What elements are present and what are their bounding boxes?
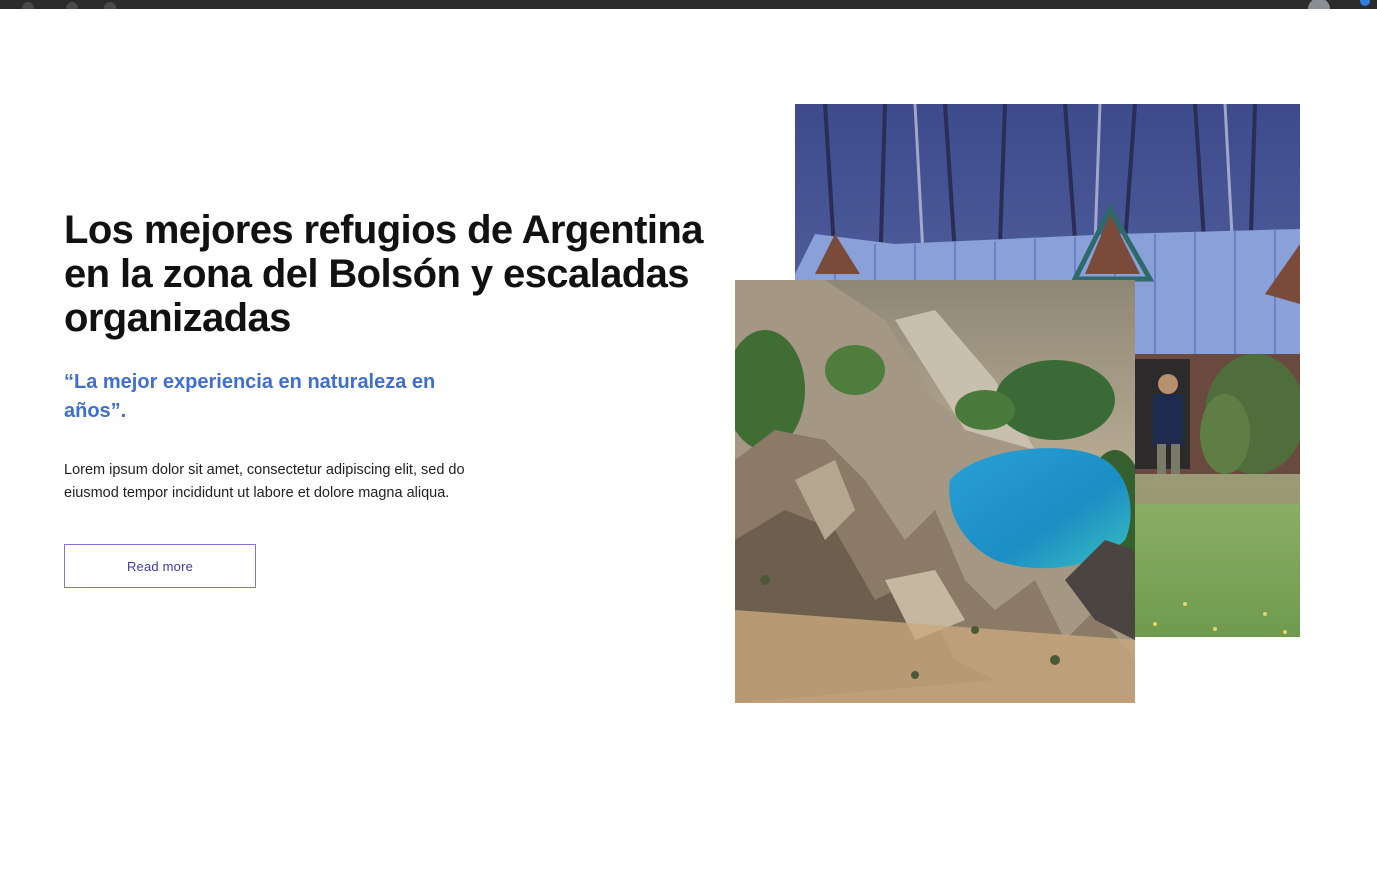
notification-dot-icon (1360, 0, 1370, 6)
reload-icon[interactable] (104, 2, 116, 9)
hero-description: Lorem ipsum dolor sit amet, consectetur … (64, 462, 465, 501)
globe-icon[interactable] (66, 2, 78, 9)
browser-top-strip (0, 0, 1377, 9)
lake-photo-illustration (735, 280, 1135, 703)
hero-text-column: Los mejores refugios de Argentina en la … (64, 208, 704, 588)
tab-favicon-icon[interactable] (22, 2, 34, 9)
hero-quote: “La mejor experiencia en naturaleza en a… (64, 371, 436, 422)
hero-headline: Los mejores refugios de Argentina en la … (64, 208, 703, 340)
lake-photo (735, 280, 1135, 703)
profile-avatar-icon[interactable] (1308, 0, 1330, 9)
read-more-button[interactable]: Read more (64, 544, 256, 588)
